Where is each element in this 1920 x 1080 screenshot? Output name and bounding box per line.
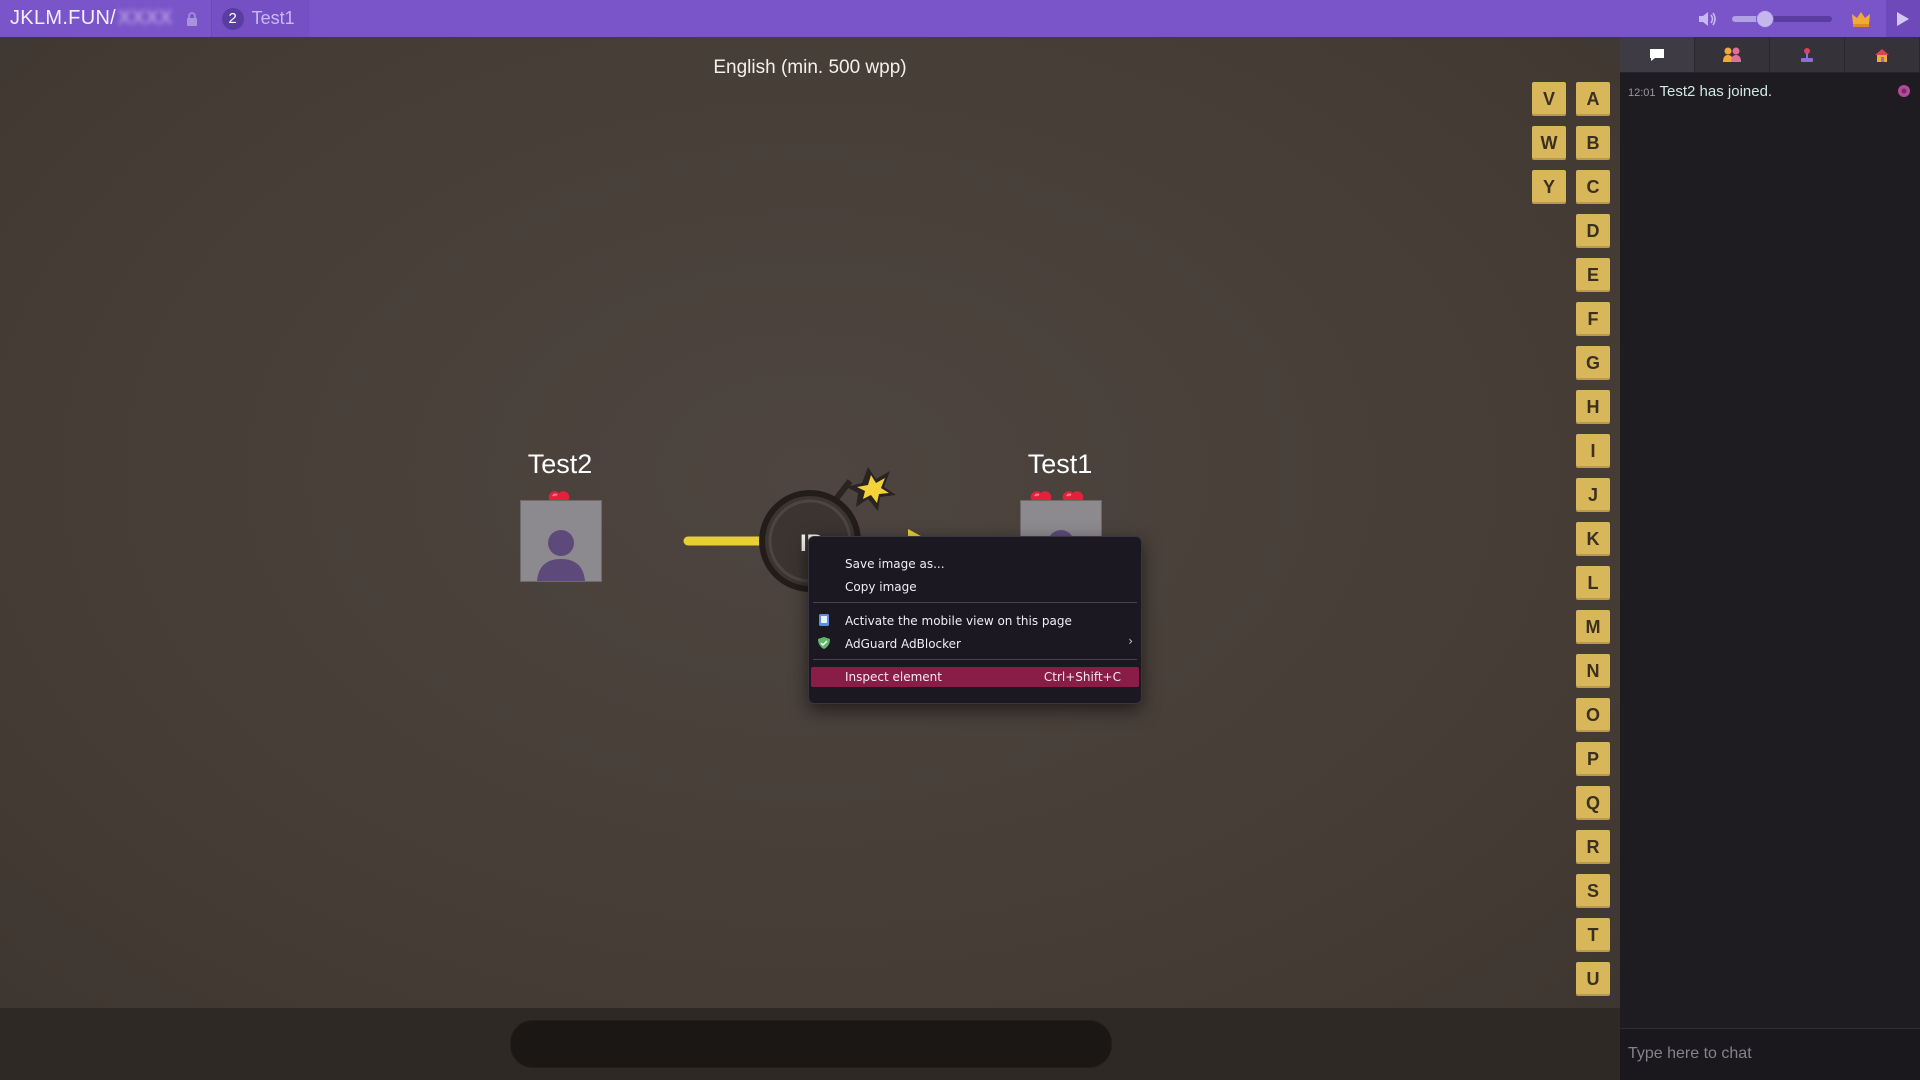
menu-separator xyxy=(813,659,1137,660)
top-bar: JKLM.FUN/ XXXX 2 Test1 xyxy=(0,0,1920,37)
chat-message: 12:01 Test2 has joined. xyxy=(1628,83,1912,100)
bonus-letter-h: H xyxy=(1576,390,1610,424)
person-icon xyxy=(537,530,585,581)
bonus-letter-u: U xyxy=(1576,962,1610,996)
sidebar-tabs xyxy=(1620,37,1920,73)
bonus-letter-n: N xyxy=(1576,654,1610,688)
chat-log: 12:01 Test2 has joined. xyxy=(1620,73,1920,1028)
mobile-view-icon xyxy=(819,614,829,626)
game-area: English (min. 500 wpp) ABCDEFGHIJKLMNOPQ… xyxy=(0,37,1620,1008)
room-code-blurred: XXXX xyxy=(118,7,173,29)
menu-item-adguard[interactable]: AdGuard AdBlocker xyxy=(845,635,961,653)
bonus-letter-l: L xyxy=(1576,566,1610,600)
inspect-shortcut: Ctrl+Shift+C xyxy=(1043,670,1121,684)
house-icon xyxy=(1875,48,1889,62)
chat-message-text: Test2 has joined. xyxy=(1659,83,1773,100)
room-info: 2 Test1 xyxy=(211,0,309,37)
bonus-letter-w: W xyxy=(1532,126,1566,160)
play-button[interactable] xyxy=(1886,0,1920,37)
sidebar: 12:01 Test2 has joined. Type here to chat xyxy=(1620,37,1920,1080)
adguard-shield-icon xyxy=(818,637,830,649)
bonus-letter-m: M xyxy=(1576,610,1610,644)
lock-icon[interactable] xyxy=(185,11,199,26)
bonus-letter-e: E xyxy=(1576,258,1610,292)
bonus-letter-y: Y xyxy=(1532,170,1566,204)
bonus-letter-k: K xyxy=(1576,522,1610,556)
volume-slider[interactable] xyxy=(1732,9,1832,28)
chat-input[interactable]: Type here to chat xyxy=(1620,1028,1920,1080)
bonus-letter-t: T xyxy=(1576,918,1610,952)
bonus-letter-j: J xyxy=(1576,478,1610,512)
flower-icon xyxy=(1898,85,1910,97)
player-count-badge: 2 xyxy=(221,7,244,30)
bonus-letter-a: A xyxy=(1576,82,1610,116)
menu-item-save-image[interactable]: Save image as... xyxy=(845,555,945,573)
bonus-letter-b: B xyxy=(1576,126,1610,160)
player-name-test1: Test1 xyxy=(1027,449,1093,479)
play-icon xyxy=(1897,11,1909,26)
room-link[interactable]: JKLM.FUN/ XXXX xyxy=(0,0,211,37)
bonus-letter-p: P xyxy=(1576,742,1610,776)
bonus-letter-s: S xyxy=(1576,874,1610,908)
bonus-letter-o: O xyxy=(1576,698,1610,732)
bonus-letter-c: C xyxy=(1576,170,1610,204)
joystick-icon xyxy=(1801,47,1813,62)
bonus-letter-d: D xyxy=(1576,214,1610,248)
menu-separator xyxy=(813,602,1137,603)
tab-game-settings[interactable] xyxy=(1770,37,1845,72)
room-name: Test1 xyxy=(251,8,295,28)
top-right-controls xyxy=(1696,0,1920,37)
bonus-letter-g: G xyxy=(1576,346,1610,380)
menu-item-mobile-view[interactable]: Activate the mobile view on this page xyxy=(845,612,1072,630)
tab-room-settings[interactable] xyxy=(1845,37,1920,72)
bonus-letter-v: V xyxy=(1532,82,1566,116)
avatar-test2 xyxy=(520,500,602,582)
bonus-letter-q: Q xyxy=(1576,786,1610,820)
tab-chat[interactable] xyxy=(1620,37,1695,72)
bonus-letter-i: I xyxy=(1576,434,1610,468)
crown-icon[interactable] xyxy=(1850,8,1872,30)
menu-item-copy-image[interactable]: Copy image xyxy=(845,578,917,596)
submenu-arrow-icon: › xyxy=(1128,634,1133,648)
speaker-icon[interactable] xyxy=(1696,8,1718,30)
rules-text: English (min. 500 wpp) xyxy=(713,57,907,78)
input-strip xyxy=(0,1008,1620,1080)
tab-players[interactable] xyxy=(1695,37,1770,72)
word-input[interactable] xyxy=(510,1020,1112,1068)
chat-timestamp: 12:01 xyxy=(1628,87,1656,99)
bonus-letter-r: R xyxy=(1576,830,1610,864)
menu-item-inspect[interactable]: Inspect element xyxy=(845,668,942,686)
player-name-test2: Test2 xyxy=(527,449,593,479)
context-menu: Save image as... Copy image Activate the… xyxy=(808,536,1142,704)
bonus-letter-f: F xyxy=(1576,302,1610,336)
volume-knob[interactable] xyxy=(1756,9,1774,28)
chat-bubble-icon xyxy=(1650,48,1664,61)
people-icon xyxy=(1723,47,1741,62)
site-name: JKLM.FUN/ xyxy=(10,7,117,29)
